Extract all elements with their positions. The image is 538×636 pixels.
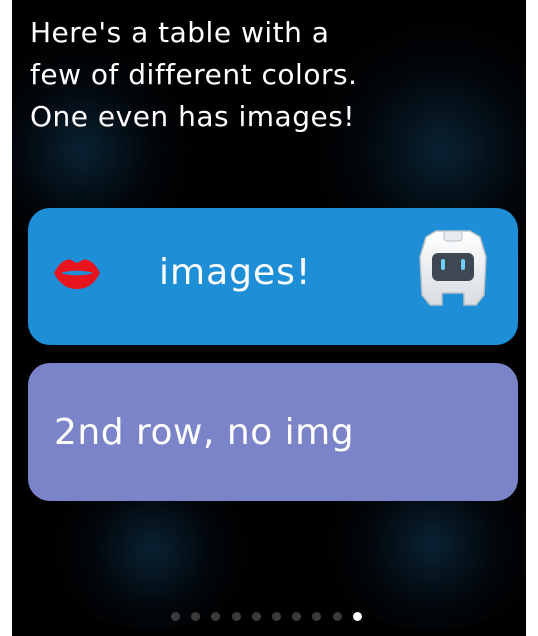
table-row-no-image[interactable]: 2nd row, no img: [28, 363, 518, 501]
page-dot: [251, 612, 261, 621]
lips-icon: [54, 259, 100, 289]
page-indicator: [12, 606, 526, 626]
table-row-images[interactable]: images!: [28, 208, 518, 345]
page-dot: [312, 612, 322, 621]
row-label: images!: [159, 252, 312, 293]
page-dot: [211, 612, 221, 621]
watch-screen: Here's a table with a few of different c…: [12, 0, 526, 636]
page-dot: [171, 612, 180, 621]
page-dot: [332, 612, 342, 621]
page-dot: [191, 612, 201, 621]
row-label: 2nd row, no img: [54, 412, 355, 453]
page-dot: [272, 612, 281, 621]
page-dot: [292, 612, 302, 621]
page-dot-active: [352, 612, 362, 621]
robot-icon: [419, 230, 487, 306]
page-dot: [231, 612, 241, 621]
intro-label: Here's a table with a few of different c…: [30, 16, 358, 133]
